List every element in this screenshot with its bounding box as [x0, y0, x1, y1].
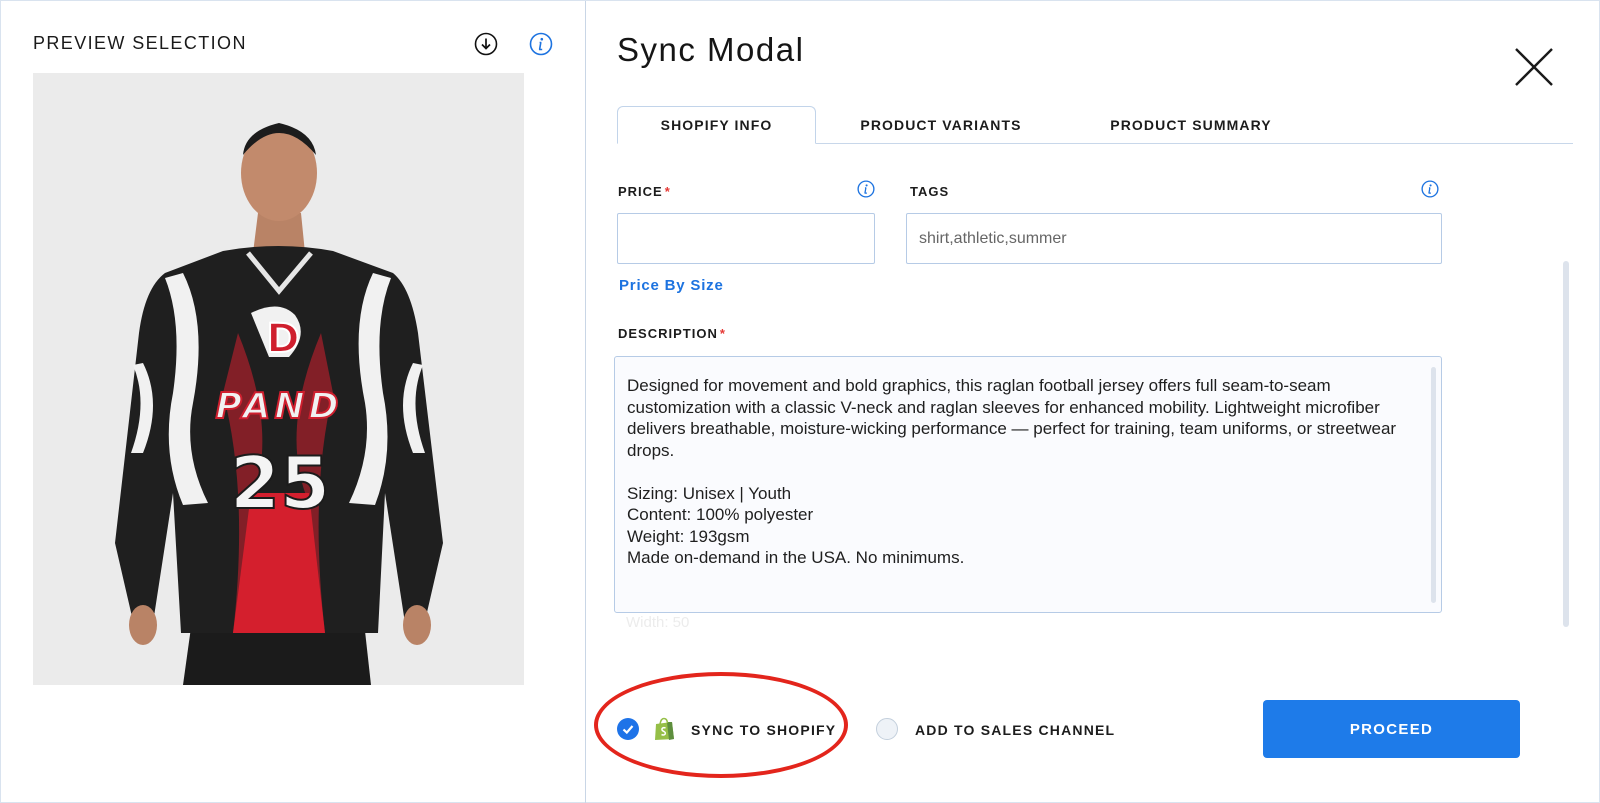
price-input[interactable]	[617, 213, 875, 264]
add-to-sales-channel-label[interactable]: ADD TO SALES CHANNEL	[915, 722, 1115, 738]
faded-field-text: Width: 50	[626, 614, 690, 631]
description-label-text: DESCRIPTION	[618, 326, 718, 341]
proceed-button[interactable]: PROCEED	[1263, 700, 1520, 758]
svg-text:D: D	[266, 316, 299, 362]
description-paragraph: Designed for movement and bold graphics,…	[627, 376, 1397, 460]
modal-title: Sync Modal	[617, 31, 805, 68]
sync-to-shopify-radio[interactable]	[617, 718, 639, 740]
info-icon[interactable]	[529, 32, 553, 56]
sync-to-shopify-label[interactable]: SYNC TO SHOPIFY	[691, 722, 836, 738]
price-label: PRICE *	[618, 184, 671, 199]
add-to-sales-channel-radio[interactable]	[876, 718, 898, 740]
required-mark: *	[664, 184, 671, 199]
product-preview-image: D PAND 25	[33, 73, 524, 685]
tags-label: TAGS	[910, 184, 950, 199]
price-by-size-link[interactable]: Price By Size	[619, 277, 724, 294]
tags-input[interactable]	[906, 213, 1442, 264]
tab-shopify-info[interactable]: SHOPIFY INFO	[617, 106, 816, 144]
description-line: Sizing: Unisex | Youth	[627, 483, 792, 503]
svg-text:25: 25	[230, 441, 330, 525]
description-line: Content: 100% polyester	[627, 505, 814, 524]
svg-text:PAND: PAND	[216, 386, 343, 427]
description-scrollbar[interactable]	[1431, 367, 1436, 603]
description-label: DESCRIPTION *	[618, 326, 726, 341]
tab-product-summary[interactable]: PRODUCT SUMMARY	[1101, 106, 1281, 144]
price-label-text: PRICE	[618, 184, 663, 199]
description-line: Weight: 193gsm	[627, 526, 750, 546]
form-scrollbar[interactable]	[1563, 261, 1569, 627]
tags-info-icon[interactable]	[1421, 180, 1439, 198]
description-line: Made on-demand in the USA. No minimums.	[627, 548, 965, 567]
download-icon[interactable]	[474, 32, 498, 56]
required-mark: *	[719, 326, 726, 341]
preview-title: PREVIEW SELECTION	[33, 33, 247, 53]
check-icon	[622, 725, 634, 735]
shopify-bag-icon	[655, 717, 674, 740]
sync-modal: PREVIEW SELECTION D PAND 25 Sync Modal S…	[0, 0, 1600, 803]
tab-product-variants[interactable]: PRODUCT VARIANTS	[851, 106, 1031, 144]
close-icon[interactable]	[1513, 46, 1555, 88]
description-textarea[interactable]: Designed for movement and bold graphics,…	[614, 356, 1442, 613]
jersey-model-illustration: D PAND 25	[33, 73, 524, 685]
price-info-icon[interactable]	[857, 180, 875, 198]
preview-panel: PREVIEW SELECTION D PAND 25	[1, 1, 586, 803]
